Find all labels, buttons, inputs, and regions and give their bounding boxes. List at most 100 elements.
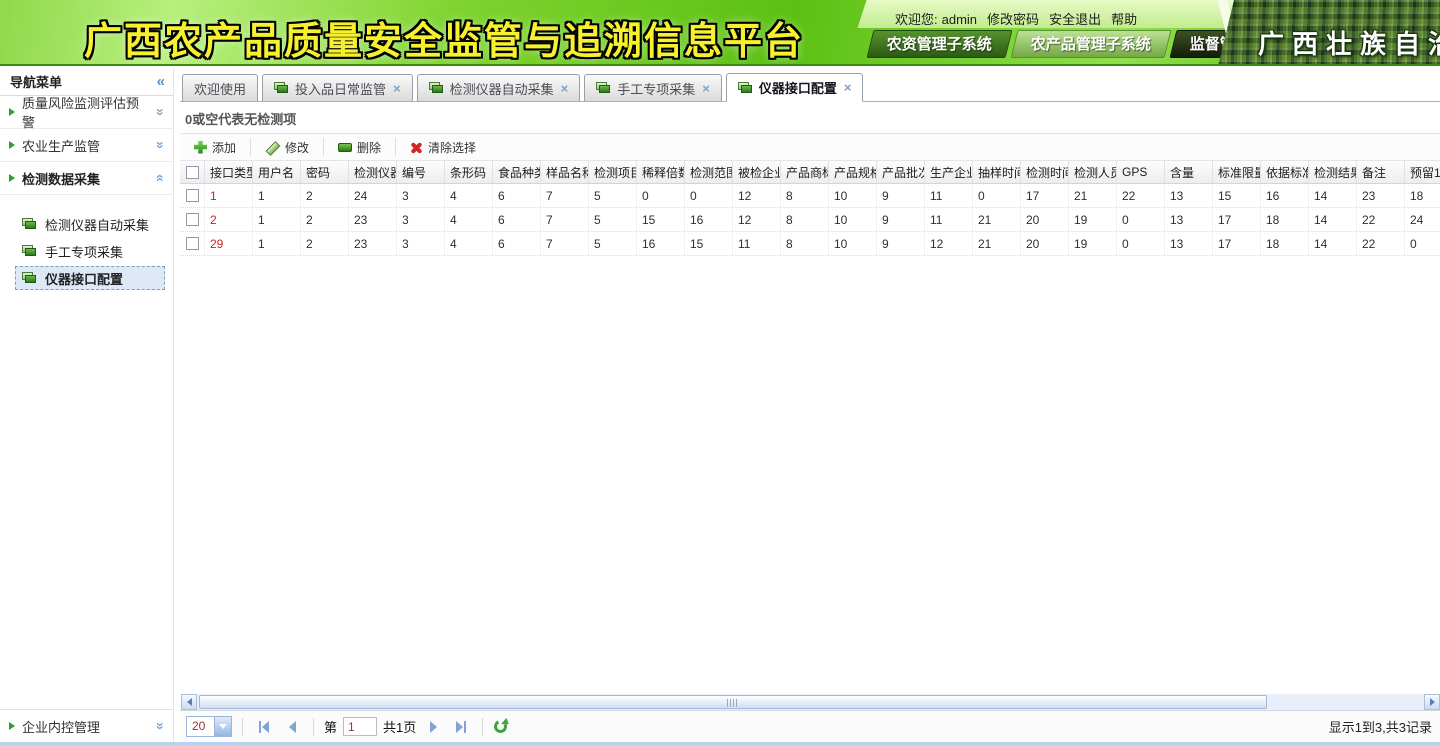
tab-close-icon[interactable]: × [702,81,710,96]
scroll-left-arrow[interactable] [181,694,197,710]
grid-toolbar: 添加修改删除 清除选择 [180,133,1440,161]
cell: 17 [1213,232,1261,255]
chevron-down-icon[interactable]: » [153,722,169,730]
cell: 6 [493,208,541,231]
chevron-down-icon[interactable]: » [153,141,169,149]
tab-label: 欢迎使用 [194,79,246,98]
cell: 0 [1117,208,1165,231]
column-header[interactable]: 密码 [301,161,349,183]
tab-3[interactable]: 手工专项采集× [584,74,722,101]
cell: 20 [1021,208,1069,231]
column-header[interactable]: 检测时间 [1021,161,1069,183]
scrollbar-thumb[interactable] [199,695,1267,709]
column-header[interactable]: 依据标准 [1261,161,1309,183]
header-link-1[interactable]: 安全退出 [1049,12,1101,27]
page-size-value: 20 [187,717,214,736]
tab-close-icon[interactable]: × [393,81,401,96]
column-header[interactable]: 编号 [397,161,445,183]
column-header[interactable]: 产品规格 [829,161,877,183]
cell: 0 [1117,232,1165,255]
sidebar-group[interactable]: 质量风险监测评估预警» [0,96,173,129]
cell: 18 [1405,184,1440,207]
cell: 21 [1069,184,1117,207]
toolbar-button-1[interactable]: 修改 [257,137,317,158]
sidebar-group[interactable]: 农业生产监管» [0,129,173,162]
system-tab-0[interactable]: 农资管理子系统 [867,30,1013,58]
column-header[interactable]: 备注 [1357,161,1405,183]
cell: 23 [349,208,397,231]
column-header[interactable]: 检测结果 [1309,161,1357,183]
column-header[interactable]: 检测仪器 [349,161,397,183]
tab-1[interactable]: 投入品日常监管× [262,74,413,101]
sidebar-group[interactable]: 企业内控管理» [0,710,173,743]
sidebar-item[interactable]: 仪器接口配置 [15,266,165,290]
cell: 21 [973,232,1021,255]
row-checkbox[interactable] [186,213,199,226]
row-checkbox-cell [180,184,205,207]
chevron-up-icon[interactable]: « [153,174,169,182]
column-header[interactable]: 食品种类 [493,161,541,183]
column-header[interactable]: 产品商标 [781,161,829,183]
wheat-field-image: 广西壮族自治区 [1218,0,1440,66]
tab-close-icon[interactable]: × [561,81,569,96]
toolbar-button-3[interactable]: 清除选择 [402,137,484,158]
header-link-2[interactable]: 帮助 [1111,12,1137,27]
cell: 16 [1261,184,1309,207]
refresh-icon[interactable] [493,719,508,734]
select-all-checkbox[interactable] [186,166,199,179]
column-header[interactable]: 样品名称 [541,161,589,183]
row-checkbox-cell [180,208,205,231]
cell: 1 [253,184,301,207]
column-header[interactable]: 稀释倍数 [637,161,685,183]
column-header[interactable]: 接口类型 [205,161,253,183]
last-page-button[interactable] [450,717,472,737]
cell: 3 [397,184,445,207]
table-row[interactable]: 2122334675151612810911212019013171814222… [180,208,1440,232]
page-number-input[interactable] [343,717,377,736]
record-info: 显示1到3,共3记录 [1329,717,1432,736]
column-header[interactable]: 检测范围 [685,161,733,183]
horizontal-scrollbar[interactable] [181,694,1440,710]
row-checkbox[interactable] [186,237,199,250]
column-header[interactable]: 检测人员 [1069,161,1117,183]
system-tab-1[interactable]: 农产品管理子系统 [1011,30,1172,58]
select-dropdown-icon[interactable] [214,717,231,736]
column-header[interactable]: 抽样时间 [973,161,1021,183]
chevron-down-icon[interactable]: » [153,108,169,116]
column-header[interactable]: 检测项目 [589,161,637,183]
sidebar-collapse-icon[interactable]: « [157,73,165,90]
system-tabs: 农资管理子系统农产品管理子系统监督管理 [870,30,1267,58]
column-header[interactable]: 产品批次 [877,161,925,183]
toolbar-button-0[interactable]: 添加 [186,137,244,158]
cell: 3 [397,208,445,231]
column-header[interactable]: 用户名 [253,161,301,183]
column-header[interactable]: GPS [1117,161,1165,183]
header-link-0[interactable]: 修改密码 [987,12,1039,27]
system-tab-label: 农产品管理子系统 [1031,31,1151,59]
row-checkbox[interactable] [186,189,199,202]
sidebar-item[interactable]: 手工专项采集 [15,239,165,263]
prev-page-button[interactable] [281,717,303,737]
tab-4[interactable]: 仪器接口配置× [726,73,864,102]
sidebar-group[interactable]: 检测数据采集« [0,162,173,195]
column-header[interactable]: 条形码 [445,161,493,183]
first-page-button[interactable] [253,717,275,737]
tab-0[interactable]: 欢迎使用 [182,74,258,101]
next-page-button[interactable] [422,717,444,737]
column-header[interactable]: 标准限量 [1213,161,1261,183]
column-header[interactable]: 预留1 [1405,161,1440,183]
column-header[interactable]: 被检企业 [733,161,781,183]
column-header[interactable]: 生产企业 [925,161,973,183]
sidebar-submenu: 检测仪器自动采集手工专项采集仪器接口配置 [0,195,173,303]
scroll-right-arrow[interactable] [1424,694,1440,710]
tab-close-icon[interactable]: × [844,80,852,95]
table-row[interactable]: 2912233467516151181091221201901317181422… [180,232,1440,256]
column-header[interactable]: 含量 [1165,161,1213,183]
sidebar-item[interactable]: 检测仪器自动采集 [15,212,165,236]
cell: 5 [589,208,637,231]
tab-2[interactable]: 检测仪器自动采集× [417,74,581,101]
toolbar-button-2[interactable]: 删除 [330,137,389,158]
toolbar-button-label: 清除选择 [428,139,476,156]
page-size-select[interactable]: 20 [186,716,232,737]
table-row[interactable]: 1122434675001281091101721221315161423181 [180,184,1440,208]
